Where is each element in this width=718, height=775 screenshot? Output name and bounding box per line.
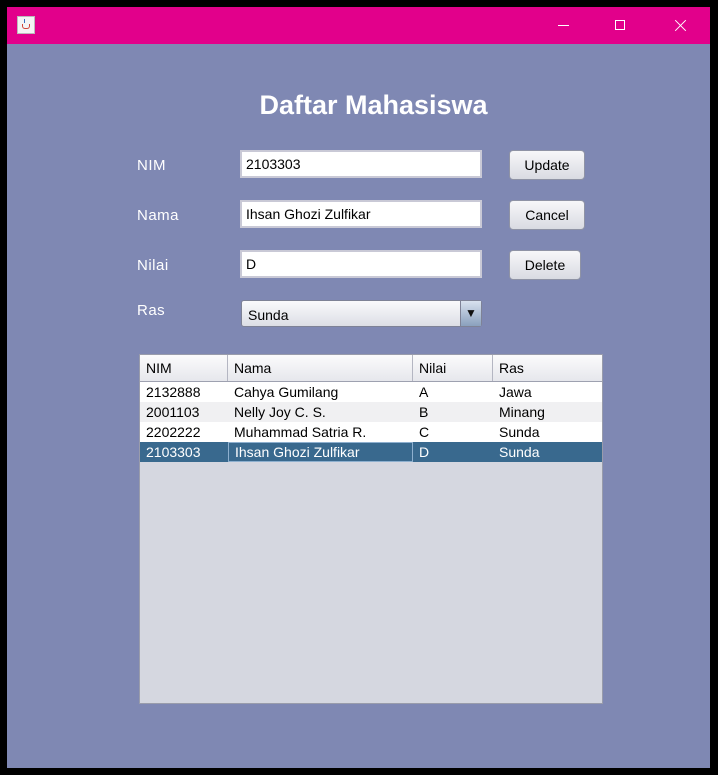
delete-button[interactable]: Delete xyxy=(509,250,581,280)
ras-dropdown[interactable]: Sunda ▼ xyxy=(241,300,482,327)
cell-nama[interactable]: Cahya Gumilang xyxy=(228,382,413,402)
column-header-ras[interactable]: Ras xyxy=(493,355,602,381)
nama-field[interactable] xyxy=(240,200,482,228)
table-header: NIM Nama Nilai Ras xyxy=(140,355,602,382)
cell-nim[interactable]: 2132888 xyxy=(140,382,228,402)
java-cup-icon xyxy=(17,16,35,34)
app-window: Daftar Mahasiswa NIM Update Nama Cancel … xyxy=(7,7,710,768)
cell-ras[interactable]: Minang xyxy=(493,402,602,422)
nim-field[interactable] xyxy=(240,150,482,178)
nim-label: NIM xyxy=(137,157,166,174)
table-row[interactable]: 2202222 Muhammad Satria R. C Sunda xyxy=(140,422,602,442)
nilai-field[interactable] xyxy=(240,250,482,278)
cell-nim[interactable]: 2001103 xyxy=(140,402,228,422)
nilai-label: Nilai xyxy=(137,257,169,274)
nama-label: Nama xyxy=(137,207,180,224)
table-row-selected[interactable]: 2103303 Ihsan Ghozi Zulfikar D Sunda xyxy=(140,442,602,462)
page-title: Daftar Mahasiswa xyxy=(259,90,488,120)
cell-nama[interactable]: Nelly Joy C. S. xyxy=(228,402,413,422)
table-row[interactable]: 2001103 Nelly Joy C. S. B Minang xyxy=(140,402,602,422)
column-header-nama[interactable]: Nama xyxy=(228,355,413,381)
cell-nim[interactable]: 2202222 xyxy=(140,422,228,442)
chevron-down-icon[interactable]: ▼ xyxy=(460,301,481,326)
cell-nilai[interactable]: A xyxy=(413,382,493,402)
table-body: 2132888 Cahya Gumilang A Jawa 2001103 Ne… xyxy=(140,382,602,462)
cancel-button[interactable]: Cancel xyxy=(509,200,585,230)
cell-nilai[interactable]: D xyxy=(413,442,493,462)
table-row[interactable]: 2132888 Cahya Gumilang A Jawa xyxy=(140,382,602,402)
cell-ras[interactable]: Sunda xyxy=(493,422,602,442)
cell-nilai[interactable]: C xyxy=(413,422,493,442)
ras-label: Ras xyxy=(137,302,166,319)
cell-nim[interactable]: 2103303 xyxy=(140,442,228,462)
cell-nilai[interactable]: B xyxy=(413,402,493,422)
ras-dropdown-value: Sunda xyxy=(248,307,289,323)
column-header-nim[interactable]: NIM xyxy=(140,355,228,381)
title-bar[interactable] xyxy=(7,7,710,44)
cell-ras[interactable]: Jawa xyxy=(493,382,602,402)
minimize-button[interactable] xyxy=(540,7,586,44)
update-button[interactable]: Update xyxy=(509,150,585,180)
cell-nama-focused[interactable]: Ihsan Ghozi Zulfikar xyxy=(228,442,413,462)
cell-ras[interactable]: Sunda xyxy=(493,442,602,462)
close-button[interactable] xyxy=(657,7,703,44)
cell-nama[interactable]: Muhammad Satria R. xyxy=(228,422,413,442)
student-table[interactable]: NIM Nama Nilai Ras 2132888 Cahya Gumilan… xyxy=(139,354,603,704)
column-header-nilai[interactable]: Nilai xyxy=(413,355,493,381)
maximize-button[interactable] xyxy=(597,7,643,44)
